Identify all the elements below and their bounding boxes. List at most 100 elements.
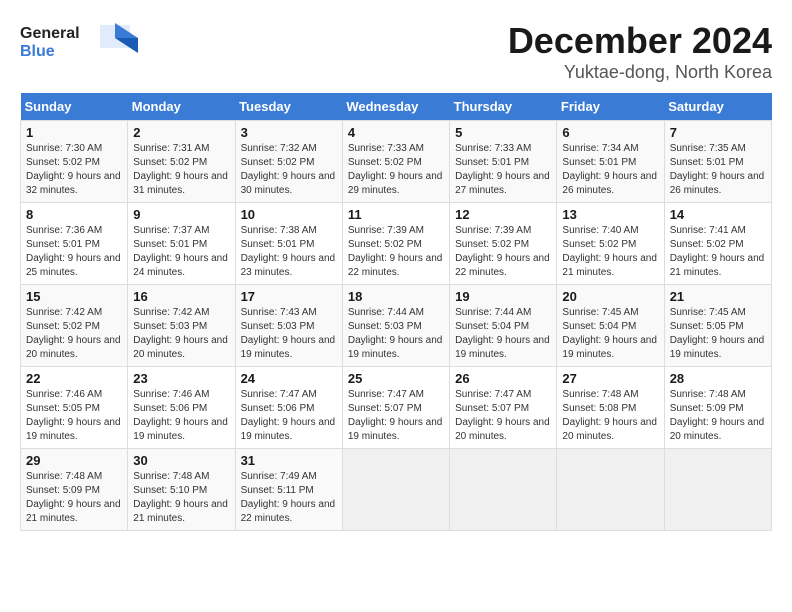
- day-info: Sunrise: 7:34 AM Sunset: 5:01 PM Dayligh…: [562, 142, 658, 198]
- calendar-cell: 16 Sunrise: 7:42 AM Sunset: 5:03 PM Dayli…: [128, 285, 235, 367]
- day-info: Sunrise: 7:33 AM Sunset: 5:01 PM Dayligh…: [455, 142, 551, 198]
- day-number: 20: [562, 289, 658, 304]
- day-number: 15: [26, 289, 122, 304]
- calendar-cell: 28 Sunrise: 7:48 AM Sunset: 5:09 PM Dayli…: [664, 367, 771, 449]
- day-number: 6: [562, 125, 658, 140]
- calendar-cell: 4Sunrise: 7:33 AM Sunset: 5:02 PM Daylig…: [342, 121, 449, 203]
- day-info: Sunrise: 7:40 AM Sunset: 5:02 PM Dayligh…: [562, 224, 658, 280]
- day-number: 28: [670, 371, 766, 386]
- day-info: Sunrise: 7:42 AM Sunset: 5:03 PM Dayligh…: [133, 306, 229, 362]
- calendar-week-4: 22 Sunrise: 7:46 AM Sunset: 5:05 PM Dayli…: [21, 367, 772, 449]
- day-number: 26: [455, 371, 551, 386]
- day-header-sunday: Sunday: [21, 93, 128, 121]
- day-info: Sunrise: 7:48 AM Sunset: 5:09 PM Dayligh…: [26, 470, 122, 526]
- day-header-thursday: Thursday: [450, 93, 557, 121]
- calendar-table: SundayMondayTuesdayWednesdayThursdayFrid…: [20, 93, 772, 531]
- day-info: Sunrise: 7:46 AM Sunset: 5:06 PM Dayligh…: [133, 388, 229, 444]
- day-info: Sunrise: 7:47 AM Sunset: 5:07 PM Dayligh…: [455, 388, 551, 444]
- calendar-cell: 31 Sunrise: 7:49 AM Sunset: 5:11 PM Dayli…: [235, 449, 342, 531]
- day-number: 5: [455, 125, 551, 140]
- calendar-week-2: 8Sunrise: 7:36 AM Sunset: 5:01 PM Daylig…: [21, 203, 772, 285]
- calendar-cell: 20Sunrise: 7:45 AM Sunset: 5:04 PM Dayli…: [557, 285, 664, 367]
- page-header: General Blue December 2024 Yuktae-dong, …: [20, 20, 772, 83]
- day-info: Sunrise: 7:48 AM Sunset: 5:09 PM Dayligh…: [670, 388, 766, 444]
- calendar-cell: 12Sunrise: 7:39 AM Sunset: 5:02 PM Dayli…: [450, 203, 557, 285]
- page-subtitle: Yuktae-dong, North Korea: [508, 62, 772, 83]
- day-number: 31: [241, 453, 337, 468]
- calendar-cell: 29 Sunrise: 7:48 AM Sunset: 5:09 PM Dayli…: [21, 449, 128, 531]
- day-info: Sunrise: 7:39 AM Sunset: 5:02 PM Dayligh…: [348, 224, 444, 280]
- day-info: Sunrise: 7:44 AM Sunset: 5:03 PM Dayligh…: [348, 306, 444, 362]
- calendar-week-3: 15Sunrise: 7:42 AM Sunset: 5:02 PM Dayli…: [21, 285, 772, 367]
- day-number: 2: [133, 125, 229, 140]
- day-info: Sunrise: 7:41 AM Sunset: 5:02 PM Dayligh…: [670, 224, 766, 280]
- day-info: Sunrise: 7:39 AM Sunset: 5:02 PM Dayligh…: [455, 224, 551, 280]
- day-number: 25: [348, 371, 444, 386]
- calendar-cell: 6 Sunrise: 7:34 AM Sunset: 5:01 PM Daylig…: [557, 121, 664, 203]
- calendar-cell: [342, 449, 449, 531]
- calendar-cell: 26 Sunrise: 7:47 AM Sunset: 5:07 PM Dayli…: [450, 367, 557, 449]
- day-number: 23: [133, 371, 229, 386]
- title-block: December 2024 Yuktae-dong, North Korea: [508, 20, 772, 83]
- calendar-body: 1 Sunrise: 7:30 AM Sunset: 5:02 PM Daylig…: [21, 121, 772, 531]
- calendar-cell: 8Sunrise: 7:36 AM Sunset: 5:01 PM Daylig…: [21, 203, 128, 285]
- day-number: 21: [670, 289, 766, 304]
- calendar-cell: 21 Sunrise: 7:45 AM Sunset: 5:05 PM Dayli…: [664, 285, 771, 367]
- day-info: Sunrise: 7:48 AM Sunset: 5:08 PM Dayligh…: [562, 388, 658, 444]
- day-number: 14: [670, 207, 766, 222]
- calendar-cell: 18 Sunrise: 7:44 AM Sunset: 5:03 PM Dayli…: [342, 285, 449, 367]
- day-info: Sunrise: 7:46 AM Sunset: 5:05 PM Dayligh…: [26, 388, 122, 444]
- day-info: Sunrise: 7:37 AM Sunset: 5:01 PM Dayligh…: [133, 224, 229, 280]
- day-header-friday: Friday: [557, 93, 664, 121]
- svg-text:Blue: Blue: [20, 43, 55, 60]
- day-number: 29: [26, 453, 122, 468]
- calendar-cell: 5 Sunrise: 7:33 AM Sunset: 5:01 PM Daylig…: [450, 121, 557, 203]
- calendar-cell: [450, 449, 557, 531]
- calendar-cell: 1 Sunrise: 7:30 AM Sunset: 5:02 PM Daylig…: [21, 121, 128, 203]
- calendar-cell: 25 Sunrise: 7:47 AM Sunset: 5:07 PM Dayli…: [342, 367, 449, 449]
- day-info: Sunrise: 7:44 AM Sunset: 5:04 PM Dayligh…: [455, 306, 551, 362]
- calendar-cell: [664, 449, 771, 531]
- day-number: 30: [133, 453, 229, 468]
- calendar-cell: 7 Sunrise: 7:35 AM Sunset: 5:01 PM Daylig…: [664, 121, 771, 203]
- calendar-cell: [557, 449, 664, 531]
- day-number: 24: [241, 371, 337, 386]
- calendar-cell: 9Sunrise: 7:37 AM Sunset: 5:01 PM Daylig…: [128, 203, 235, 285]
- day-info: Sunrise: 7:30 AM Sunset: 5:02 PM Dayligh…: [26, 142, 122, 198]
- day-number: 22: [26, 371, 122, 386]
- calendar-cell: 19 Sunrise: 7:44 AM Sunset: 5:04 PM Dayli…: [450, 285, 557, 367]
- calendar-cell: 17Sunrise: 7:43 AM Sunset: 5:03 PM Dayli…: [235, 285, 342, 367]
- day-info: Sunrise: 7:47 AM Sunset: 5:06 PM Dayligh…: [241, 388, 337, 444]
- day-info: Sunrise: 7:43 AM Sunset: 5:03 PM Dayligh…: [241, 306, 337, 362]
- day-header-monday: Monday: [128, 93, 235, 121]
- calendar-week-1: 1 Sunrise: 7:30 AM Sunset: 5:02 PM Daylig…: [21, 121, 772, 203]
- day-number: 1: [26, 125, 122, 140]
- day-number: 19: [455, 289, 551, 304]
- calendar-header-row: SundayMondayTuesdayWednesdayThursdayFrid…: [21, 93, 772, 121]
- day-header-tuesday: Tuesday: [235, 93, 342, 121]
- calendar-cell: 24 Sunrise: 7:47 AM Sunset: 5:06 PM Dayli…: [235, 367, 342, 449]
- day-number: 3: [241, 125, 337, 140]
- day-header-wednesday: Wednesday: [342, 93, 449, 121]
- calendar-cell: 15Sunrise: 7:42 AM Sunset: 5:02 PM Dayli…: [21, 285, 128, 367]
- day-number: 8: [26, 207, 122, 222]
- day-info: Sunrise: 7:47 AM Sunset: 5:07 PM Dayligh…: [348, 388, 444, 444]
- calendar-cell: 23 Sunrise: 7:46 AM Sunset: 5:06 PM Dayli…: [128, 367, 235, 449]
- day-info: Sunrise: 7:33 AM Sunset: 5:02 PM Dayligh…: [348, 142, 444, 198]
- day-info: Sunrise: 7:49 AM Sunset: 5:11 PM Dayligh…: [241, 470, 337, 526]
- day-number: 7: [670, 125, 766, 140]
- logo-svg: General Blue: [20, 20, 140, 60]
- day-info: Sunrise: 7:32 AM Sunset: 5:02 PM Dayligh…: [241, 142, 337, 198]
- day-number: 18: [348, 289, 444, 304]
- page-title: December 2024: [508, 20, 772, 62]
- calendar-cell: 14 Sunrise: 7:41 AM Sunset: 5:02 PM Dayli…: [664, 203, 771, 285]
- day-number: 16: [133, 289, 229, 304]
- day-header-saturday: Saturday: [664, 93, 771, 121]
- day-info: Sunrise: 7:45 AM Sunset: 5:05 PM Dayligh…: [670, 306, 766, 362]
- calendar-cell: 30Sunrise: 7:48 AM Sunset: 5:10 PM Dayli…: [128, 449, 235, 531]
- day-number: 10: [241, 207, 337, 222]
- calendar-cell: 27Sunrise: 7:48 AM Sunset: 5:08 PM Dayli…: [557, 367, 664, 449]
- day-info: Sunrise: 7:35 AM Sunset: 5:01 PM Dayligh…: [670, 142, 766, 198]
- day-info: Sunrise: 7:38 AM Sunset: 5:01 PM Dayligh…: [241, 224, 337, 280]
- calendar-cell: 2Sunrise: 7:31 AM Sunset: 5:02 PM Daylig…: [128, 121, 235, 203]
